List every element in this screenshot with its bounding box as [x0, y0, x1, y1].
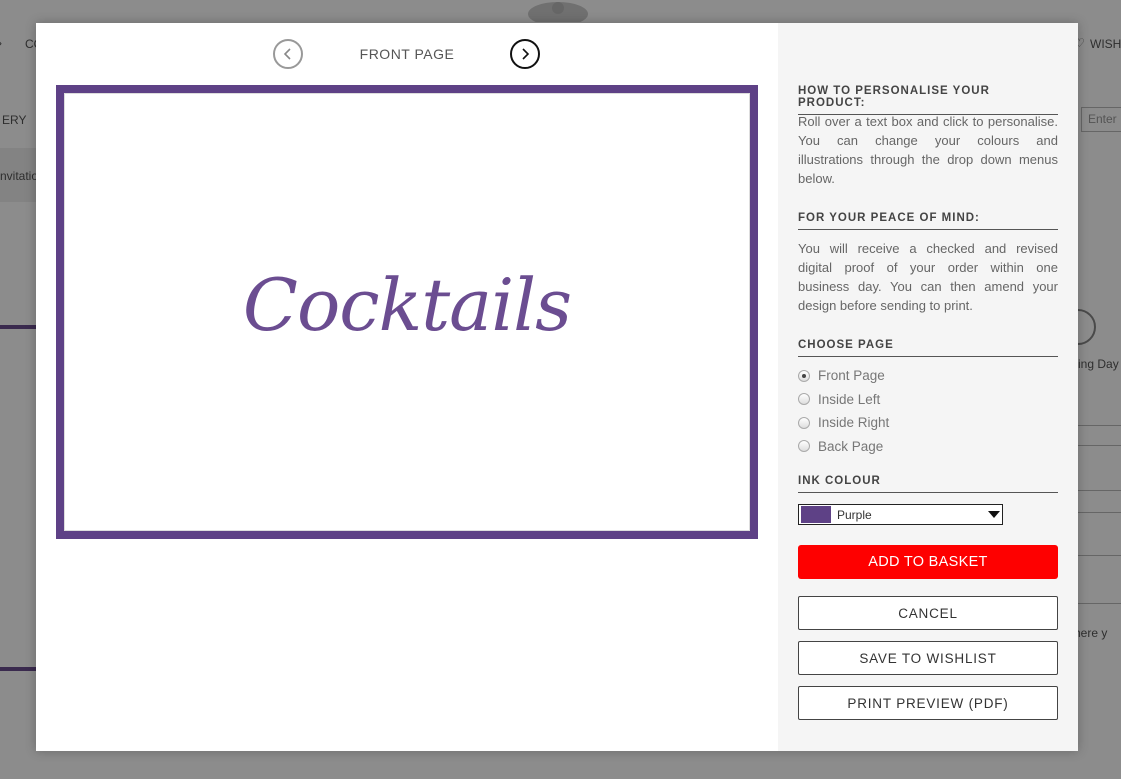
card-preview: Cocktails: [56, 85, 758, 539]
cancel-button[interactable]: CANCEL: [798, 596, 1058, 630]
dropdown-arrow-icon: [988, 511, 1000, 518]
radio-button[interactable]: [798, 393, 810, 406]
ink-colour-title: INK COLOUR: [798, 475, 1058, 493]
radio-label: Inside Left: [818, 391, 881, 407]
radio-label: Front Page: [818, 368, 885, 384]
ink-colour-swatch: [801, 506, 831, 523]
peace-of-mind-title: FOR YOUR PEACE OF MIND:: [798, 212, 1058, 230]
chevron-right-icon: [522, 48, 530, 60]
preview-area: FRONT PAGE Cocktails: [36, 23, 778, 751]
radio-label: Back Page: [818, 438, 884, 454]
save-to-wishlist-button[interactable]: SAVE TO WISHLIST: [798, 641, 1058, 675]
next-page-button[interactable]: [510, 39, 540, 69]
peace-of-mind-text: You will receive a checked and revised d…: [798, 241, 1058, 313]
personalise-modal: FRONT PAGE Cocktails HOW TO PERSONALISE …: [36, 23, 1078, 751]
page-navigation: FRONT PAGE: [272, 39, 542, 69]
radio-inside-left[interactable]: Inside Left: [798, 388, 1058, 412]
print-preview-button[interactable]: PRINT PREVIEW (PDF): [798, 686, 1058, 720]
choose-page-title: CHOOSE PAGE: [798, 339, 1058, 357]
radio-button[interactable]: [798, 369, 810, 382]
add-to-basket-button[interactable]: ADD TO BASKET: [798, 545, 1058, 579]
radio-back-page[interactable]: Back Page: [798, 435, 1058, 459]
page-radio-group: Front Page Inside Left Inside Right Back…: [798, 364, 1058, 458]
radio-inside-right[interactable]: Inside Right: [798, 411, 1058, 435]
radio-button[interactable]: [798, 416, 810, 429]
how-to-title: HOW TO PERSONALISE YOUR PRODUCT:: [798, 85, 1058, 115]
radio-button[interactable]: [798, 440, 810, 453]
ink-colour-select[interactable]: Purple: [798, 504, 1003, 525]
current-page-label: FRONT PAGE: [359, 46, 455, 62]
radio-label: Inside Right: [818, 415, 890, 431]
ink-colour-value: Purple: [837, 507, 872, 522]
how-to-text: Roll over a text box and click to person…: [798, 114, 1058, 186]
radio-front-page[interactable]: Front Page: [798, 364, 1058, 388]
card-text-box[interactable]: Cocktails: [64, 263, 750, 347]
personalise-side-panel: HOW TO PERSONALISE YOUR PRODUCT: Roll ov…: [778, 23, 1078, 751]
